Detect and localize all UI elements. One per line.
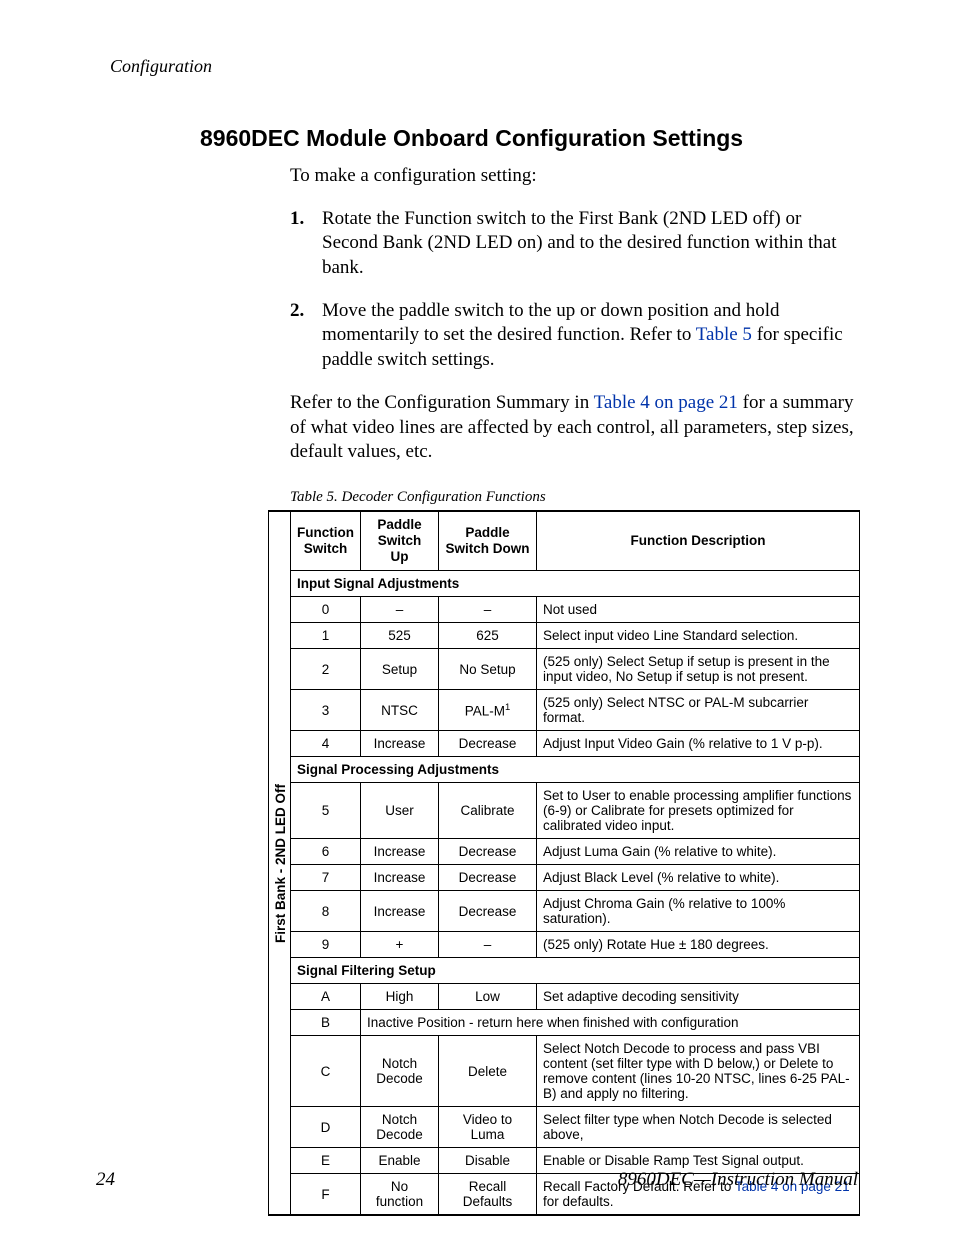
table-wrap: First Bank - 2ND LED Off Function Switch…	[290, 510, 858, 1217]
section-input-signal: Input Signal Adjustments	[291, 571, 860, 597]
th-function-switch: Function Switch	[291, 511, 361, 571]
th-paddle-down: Paddle Switch Down	[439, 511, 537, 571]
th-description: Function Description	[537, 511, 860, 571]
section-heading: 8960DEC Module Onboard Configuration Set…	[200, 125, 858, 152]
section-signal-filtering: Signal Filtering Setup	[291, 958, 860, 984]
page-footer: 24 8960DEC—Instruction Manual	[0, 1169, 954, 1191]
table-row: 7IncreaseDecreaseAdjust Black Level (% r…	[291, 865, 860, 891]
table5-link[interactable]: Table 5	[696, 324, 752, 345]
table-row: CNotch DecodeDeleteSelect Notch Decode t…	[291, 1036, 860, 1107]
steps-list: Rotate the Function switch to the First …	[290, 207, 858, 373]
table-row: 3NTSCPAL-M1(525 only) Select NTSC or PAL…	[291, 690, 860, 731]
table4-link[interactable]: Table 4 on page 21	[594, 392, 738, 413]
step-1: Rotate the Function switch to the First …	[290, 207, 858, 281]
refer-text-a: Refer to the Configuration Summary in	[290, 392, 594, 413]
table-row: 0––Not used	[291, 597, 860, 623]
table-row: 2SetupNo Setup(525 only) Select Setup if…	[291, 649, 860, 690]
th-paddle-up: Paddle Switch Up	[361, 511, 439, 571]
table-row: 6IncreaseDecreaseAdjust Luma Gain (% rel…	[291, 839, 860, 865]
table-row: BInactive Position - return here when fi…	[291, 1010, 860, 1036]
config-table: Function Switch Paddle Switch Up Paddle …	[290, 510, 860, 1217]
table-row: 9+–(525 only) Rotate Hue ± 180 degrees.	[291, 932, 860, 958]
intro-text: To make a configuration setting:	[290, 164, 858, 189]
table-row: DNotch DecodeVideo to LumaSelect filter …	[291, 1107, 860, 1148]
table-row: 8IncreaseDecreaseAdjust Chroma Gain (% r…	[291, 891, 860, 932]
table-row: 5UserCalibrateSet to User to enable proc…	[291, 783, 860, 839]
table-caption: Table 5. Decoder Configuration Functions	[290, 489, 858, 506]
table-row: AHighLowSet adaptive decoding sensitivit…	[291, 984, 860, 1010]
table-header-row: Function Switch Paddle Switch Up Paddle …	[291, 511, 860, 571]
table-row: 4IncreaseDecreaseAdjust Input Video Gain…	[291, 731, 860, 757]
table-row: 1525625Select input video Line Standard …	[291, 623, 860, 649]
section-signal-processing: Signal Processing Adjustments	[291, 757, 860, 783]
running-head: Configuration	[110, 56, 858, 77]
page-number: 24	[96, 1169, 115, 1191]
table-side-label: First Bank - 2ND LED Off	[268, 510, 291, 1217]
doc-title: 8960DEC—Instruction Manual	[618, 1169, 858, 1191]
refer-paragraph: Refer to the Configuration Summary in Ta…	[290, 391, 858, 465]
step-2: Move the paddle switch to the up or down…	[290, 299, 858, 373]
